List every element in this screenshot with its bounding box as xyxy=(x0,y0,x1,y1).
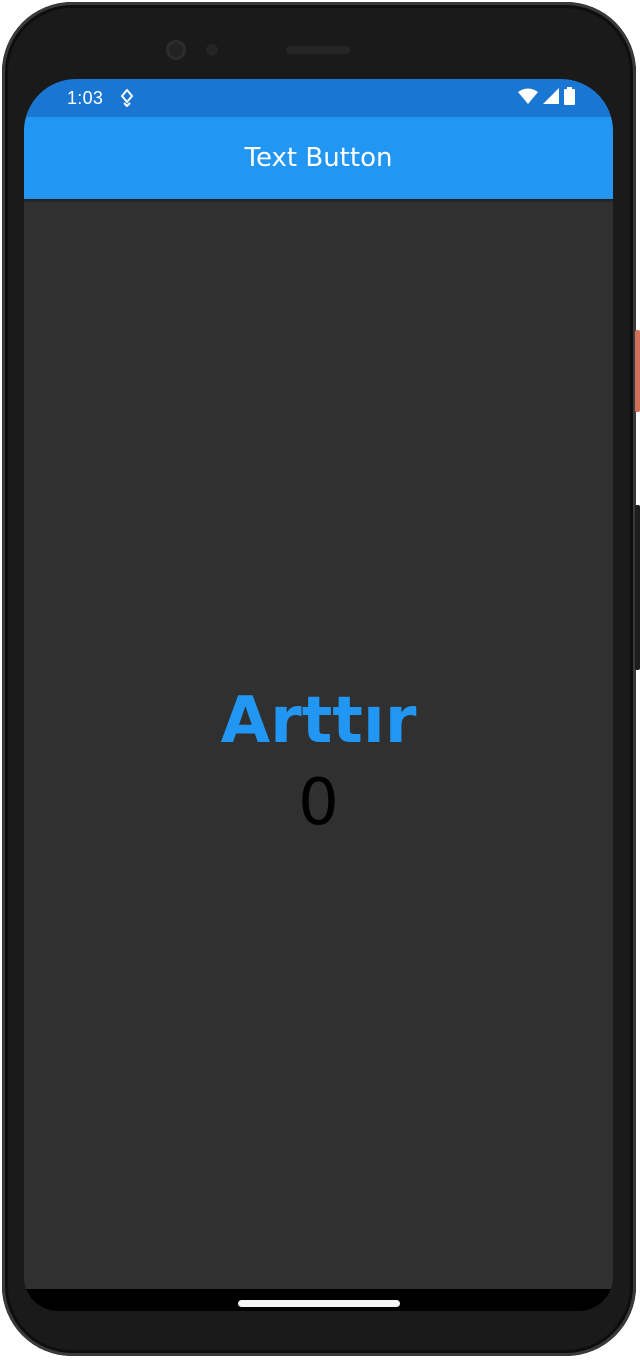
front-camera xyxy=(166,40,186,60)
app-bar-title: Text Button xyxy=(244,143,393,173)
status-time: 1:03 xyxy=(67,88,104,108)
status-bar: 1:03 xyxy=(24,79,613,117)
volume-button xyxy=(635,505,640,670)
status-icons xyxy=(518,86,575,110)
proximity-sensor xyxy=(206,44,218,56)
main-content: Arttır 0 xyxy=(24,203,613,1289)
app-bar: Text Button xyxy=(24,117,613,199)
wifi-icon xyxy=(518,88,538,109)
battery-icon xyxy=(564,86,575,110)
counter-value: 0 xyxy=(298,765,339,840)
home-indicator[interactable] xyxy=(238,1300,400,1307)
phone-frame: 1:03 Text Button Arttır 0 xyxy=(0,0,640,1360)
power-button xyxy=(635,330,640,412)
screen: 1:03 Text Button Arttır 0 xyxy=(24,79,613,1311)
signal-icon xyxy=(543,87,559,109)
earpiece-speaker xyxy=(286,46,350,54)
increment-button[interactable]: Arttır xyxy=(221,686,417,757)
notification-icon xyxy=(120,88,134,108)
